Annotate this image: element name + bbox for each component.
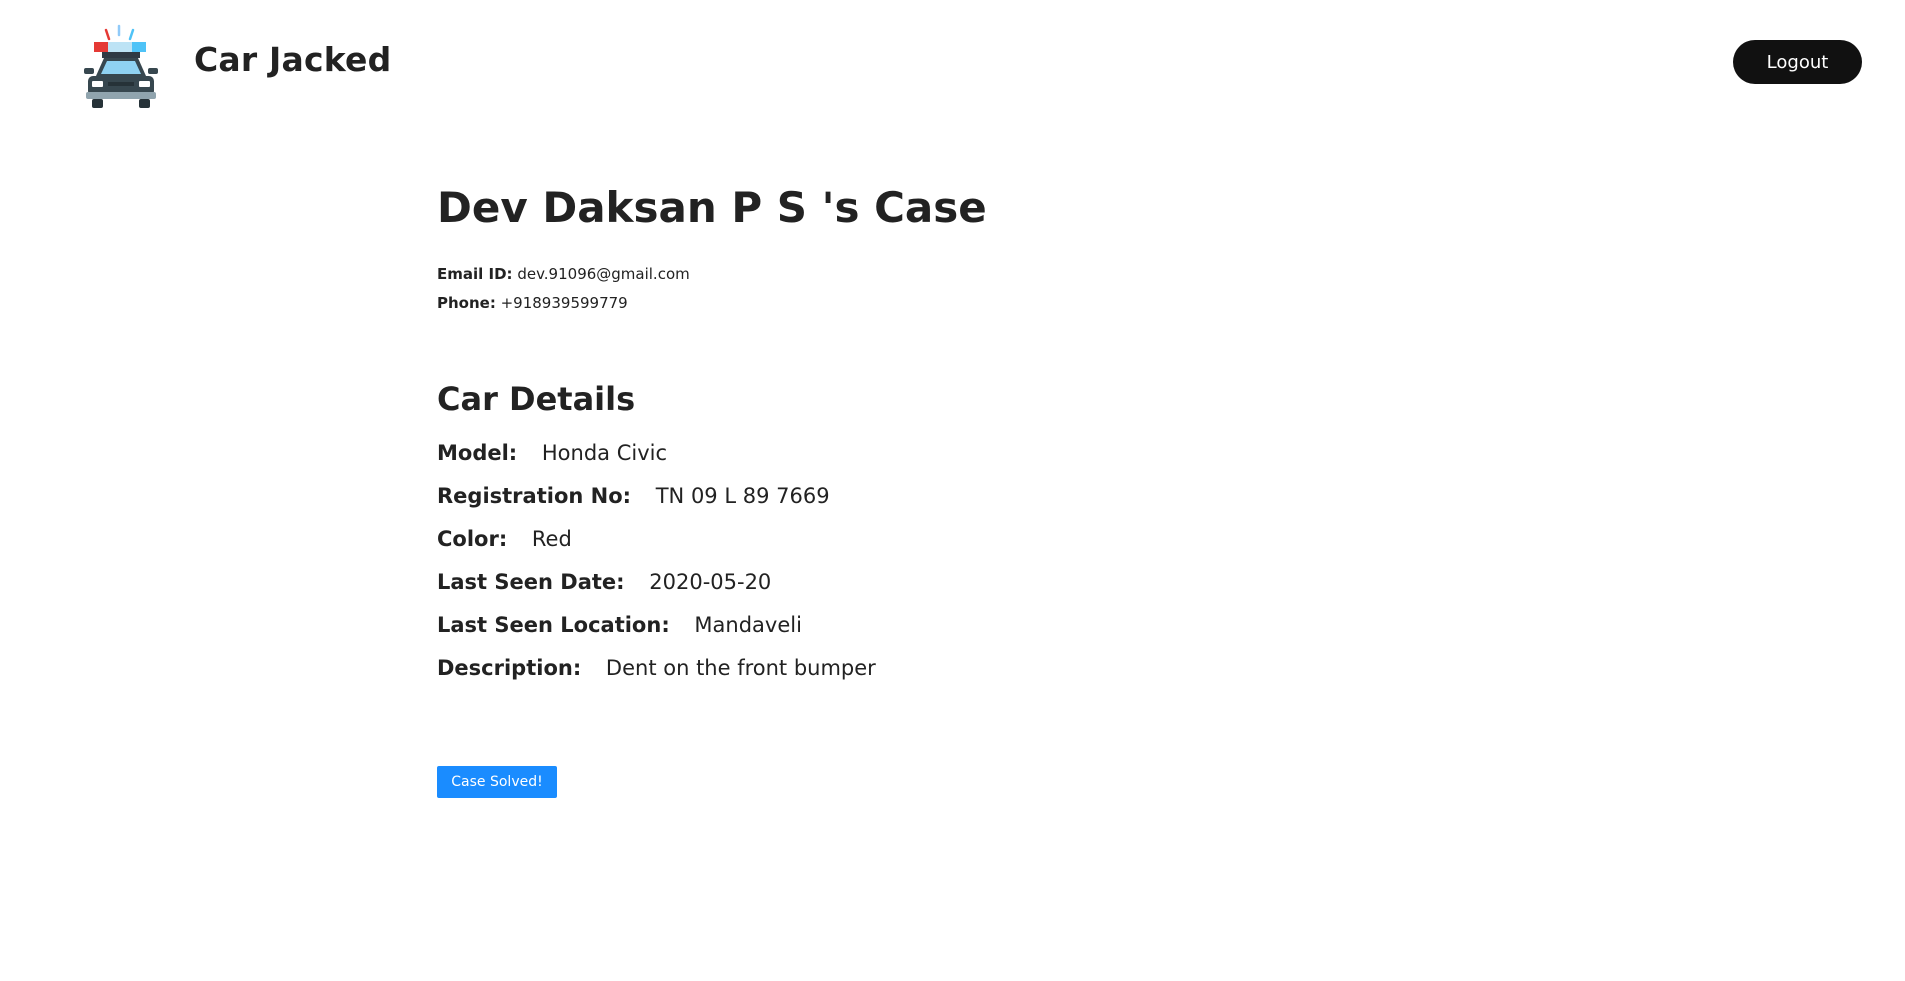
detail-value: Red — [531, 527, 572, 551]
detail-last-seen-location: Last Seen Location: Mandaveli — [437, 604, 1537, 647]
detail-label: Last Seen Date: — [437, 570, 625, 594]
case-solved-button[interactable]: Case Solved! — [437, 766, 557, 798]
phone-row: Phone: +918939599779 — [437, 289, 1537, 318]
detail-value: Dent on the front bumper — [605, 656, 876, 680]
detail-value: 2020-05-20 — [649, 570, 772, 594]
detail-label: Description: — [437, 656, 582, 680]
header: Car Jacked Logout — [0, 0, 1905, 130]
detail-label: Registration No: — [437, 484, 632, 508]
car-details-list: Model: Honda Civic Registration No: TN 0… — [437, 432, 1537, 690]
email-label: Email ID: — [437, 265, 513, 283]
detail-color: Color: Red — [437, 518, 1537, 561]
detail-last-seen-date: Last Seen Date: 2020-05-20 — [437, 561, 1537, 604]
detail-label: Model: — [437, 441, 518, 465]
brand-title: Car Jacked — [194, 40, 392, 79]
email-row: Email ID: dev.91096@gmail.com — [437, 260, 1537, 289]
detail-label: Last Seen Location: — [437, 613, 670, 637]
logout-button[interactable]: Logout — [1733, 40, 1862, 84]
detail-value: Honda Civic — [541, 441, 668, 465]
contact-info: Email ID: dev.91096@gmail.com Phone: +91… — [437, 260, 1537, 318]
phone-label: Phone: — [437, 294, 496, 312]
detail-value: TN 09 L 89 7669 — [655, 484, 830, 508]
police-car-icon — [84, 24, 158, 108]
detail-model: Model: Honda Civic — [437, 432, 1537, 475]
car-details-title: Car Details — [437, 380, 636, 418]
detail-registration: Registration No: TN 09 L 89 7669 — [437, 475, 1537, 518]
detail-description: Description: Dent on the front bumper — [437, 647, 1537, 690]
page-title: Dev Daksan P S 's Case — [437, 183, 987, 232]
case-details: Dev Daksan P S 's Case Email ID: dev.910… — [437, 180, 1537, 690]
phone-value: +918939599779 — [500, 294, 628, 312]
detail-value: Mandaveli — [694, 613, 802, 637]
detail-label: Color: — [437, 527, 508, 551]
email-value: dev.91096@gmail.com — [517, 265, 690, 283]
